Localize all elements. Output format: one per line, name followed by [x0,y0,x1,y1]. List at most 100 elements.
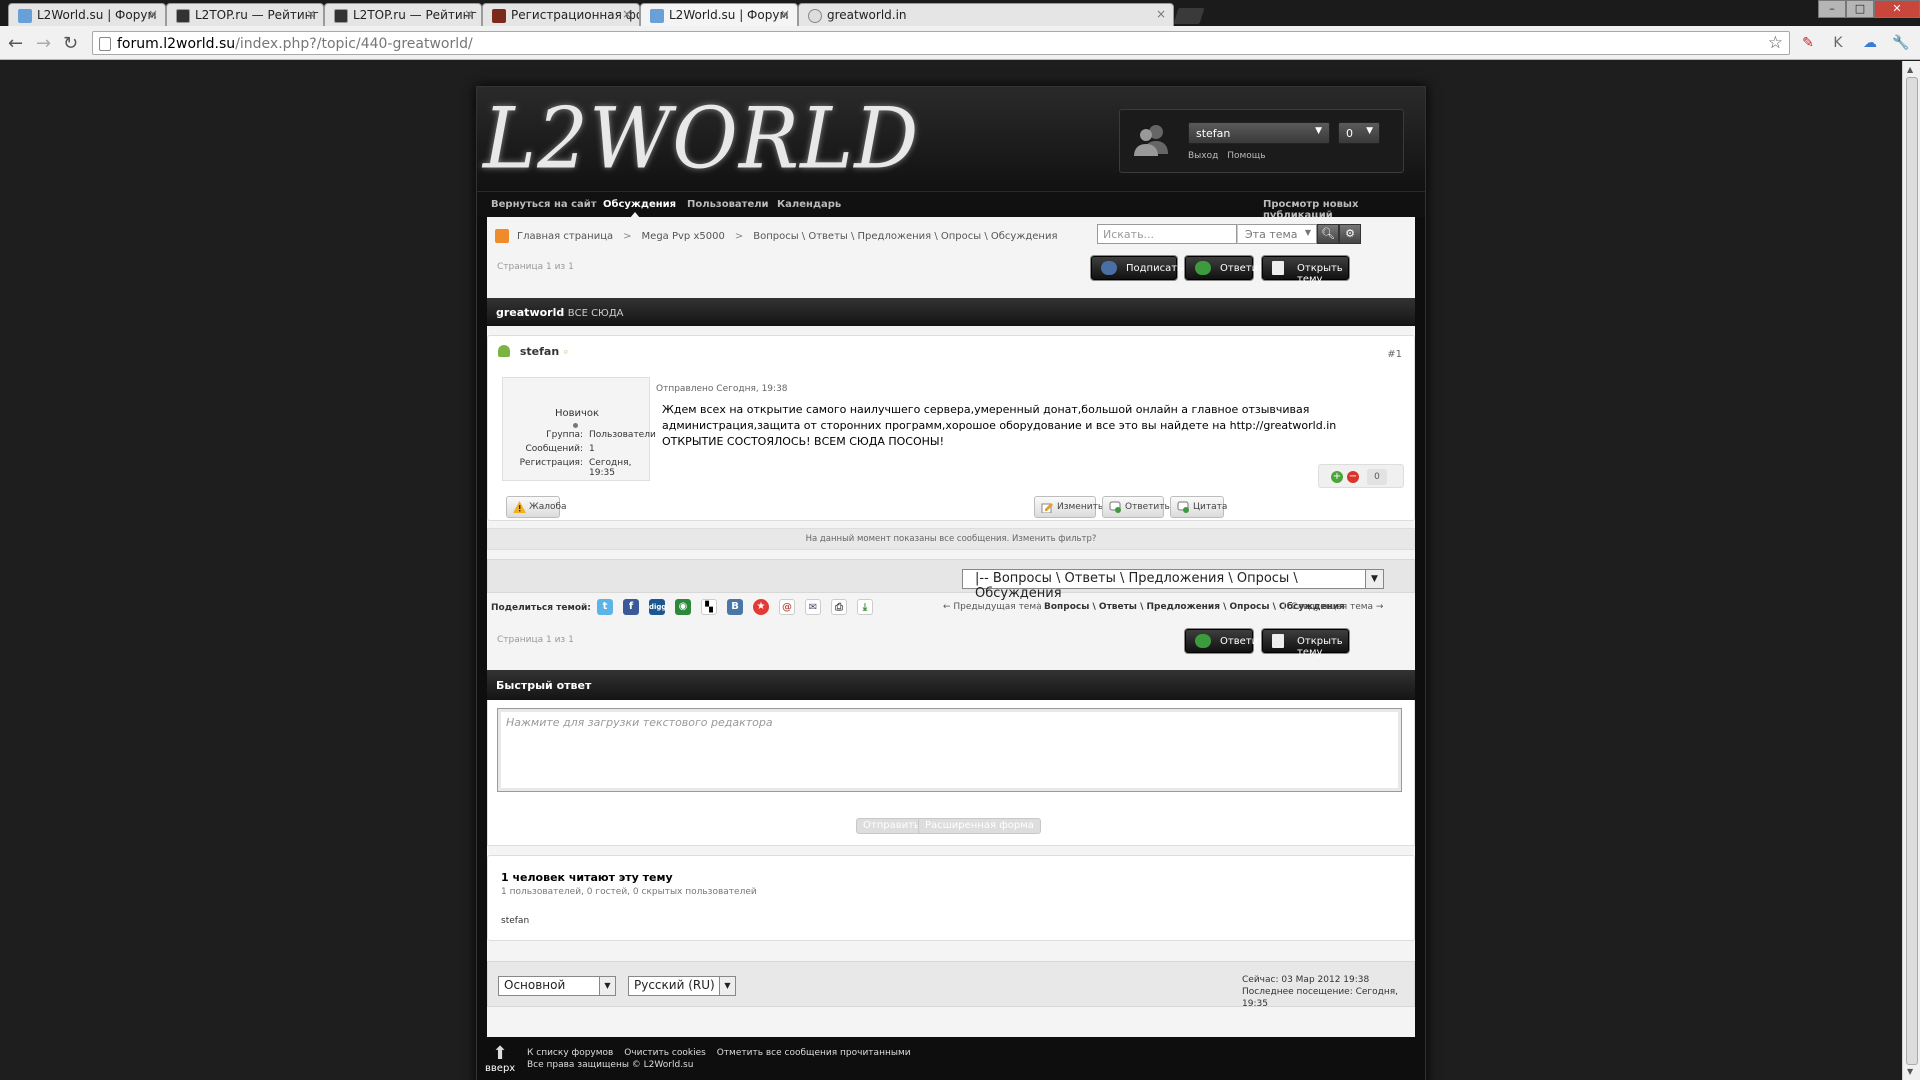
back-button[interactable]: ← [8,33,23,54]
breadcrumb: Главная страница > Mega Pvp x5000 > Вопр… [495,229,1057,243]
browser-tab[interactable]: L2TOP.ru — Рейтинг Серве × [324,3,482,26]
post-author-link[interactable]: stefan [520,345,559,358]
download-icon[interactable]: ⤓ [857,599,873,615]
mark-all-read-link[interactable]: Отметить все сообщения прочитанными [717,1048,911,1058]
quote-post-button[interactable]: Цитата [1170,496,1227,518]
reader-user-link[interactable]: stefan [501,916,529,926]
page-viewport: L2WORLD stefan ▼ 0 ▼ Выход Помощь Вернут… [0,61,1902,1080]
close-icon[interactable]: × [464,7,474,21]
close-icon[interactable]: × [1156,7,1166,21]
facebook-icon[interactable]: f [623,599,639,615]
delicious-icon[interactable]: ▚ [701,599,717,615]
browser-tab[interactable]: L2TOP.ru — Рейтинг Серве × [166,3,324,26]
edit-post-button[interactable]: Изменить [1034,496,1103,518]
breadcrumb-item[interactable]: Mega Pvp x5000 [642,231,725,242]
print-icon[interactable]: ⎙ [831,599,847,615]
logout-link[interactable]: Выход [1188,151,1218,161]
chevron-down-icon: ▼ [1315,126,1322,136]
new-topic-button-bottom[interactable]: Открыть тему [1262,629,1349,658]
notifications-button[interactable]: 0 ▼ [1338,122,1380,144]
scroll-down-arrow-icon[interactable]: ▼ [1907,1067,1913,1076]
prev-topic-link[interactable]: ← Предыдущая тема [943,602,1042,612]
browser-tab-active[interactable]: L2World.su | Форум × [640,3,798,26]
l2top-icon [334,9,348,23]
search-button[interactable]: 🔍︎ [1317,224,1339,244]
scroll-up-arrow-icon[interactable]: ▲ [1907,65,1913,74]
topic-title: greatworld [496,306,565,319]
extension-icon[interactable]: K [1830,35,1846,51]
post-number[interactable]: #1 [1387,349,1402,360]
breadcrumb-item[interactable]: Главная страница [517,231,613,242]
forum-jump-select[interactable]: |-- Вопросы \ Ответы \ Предложения \ Опр… [962,569,1384,601]
close-icon[interactable]: × [780,7,790,21]
readers-summary: 1 пользователей, 0 гостей, 0 скрытых пол… [501,887,757,897]
bobrdobr-icon[interactable]: ★ [753,599,769,615]
copyright: Все права защищены © L2World.su [527,1060,694,1070]
browser-tabbar: L2World.su | Форум × L2TOP.ru — Рейтинг … [0,0,1920,26]
window-close-button[interactable]: ✕ [1874,0,1920,18]
reply-post-button[interactable]: Ответить [1102,496,1170,518]
digg-icon[interactable]: digg [649,599,666,615]
nav-discussions[interactable]: Обсуждения [603,199,676,210]
bookmark-star-icon[interactable]: ☆ [1768,33,1783,53]
browser-tab[interactable]: L2World.su | Форум × [8,3,166,26]
nav-users[interactable]: Пользователи [687,199,769,210]
report-button[interactable]: Жалоба [506,496,567,518]
quick-reply-panel: Нажмите для загрузки текстового редактор… [487,700,1415,846]
minimize-button[interactable]: – [1818,0,1846,18]
address-bar[interactable]: forum.l2world.su/index.php?/topic/440-gr… [92,31,1790,55]
wrench-icon[interactable]: 🔧 [1892,35,1909,51]
post-author-header: stefan ◦ [498,345,569,358]
search-input[interactable]: Искать... [1097,224,1237,244]
rep-minus-icon[interactable]: − [1347,471,1359,483]
skin-select[interactable]: Основной ▼ [498,976,616,996]
new-topic-button[interactable]: Открыть тему [1262,256,1349,285]
advanced-form-button[interactable]: Расширенная форма [918,818,1041,834]
new-tab-button[interactable] [1173,8,1205,24]
extension-icon[interactable]: ☁ [1862,35,1878,51]
site-logo[interactable]: L2WORLD [483,90,919,188]
extension-icon[interactable]: ✎ [1800,35,1816,51]
send-button[interactable]: Отправить [856,818,927,834]
forward-button[interactable]: → [36,33,51,54]
user-rank: Новичок [554,408,600,419]
scrollbar-thumb[interactable] [1906,77,1918,1065]
nav-back-to-site[interactable]: Вернуться на сайт [491,199,597,210]
moi-mir-icon[interactable]: @ [779,599,795,615]
post-filter-notice[interactable]: На данный момент показаны все сообщения.… [487,528,1415,550]
close-icon[interactable]: × [148,7,158,21]
reply-button[interactable]: Ответить [1185,256,1270,280]
user-icon [498,345,510,357]
reload-button[interactable]: ↻ [63,33,78,54]
close-icon[interactable]: × [306,7,316,21]
user-menu-button[interactable]: stefan ▼ [1188,122,1330,144]
buzz-icon[interactable]: ◉ [675,599,691,615]
twitter-icon[interactable]: t [597,599,613,615]
maximize-button[interactable]: □ [1846,0,1874,18]
browser-tab[interactable]: Регистрационная форма × [482,3,640,26]
back-to-top-button[interactable]: ⬆ вверх [485,1045,515,1079]
close-icon[interactable]: × [622,7,632,21]
user-post-count: 1 [589,444,595,454]
search-scope-select[interactable]: Эта тема ▼ [1237,224,1317,244]
site-header: L2WORLD stefan ▼ 0 ▼ Выход Помощь [477,87,1425,191]
vkontakte-icon[interactable]: B [727,599,743,615]
rss-icon[interactable] [495,229,509,243]
language-select[interactable]: Русский (RU) ▼ [628,976,736,996]
active-readers-panel: 1 человек читают эту тему 1 пользователе… [487,855,1415,941]
quick-reply-textarea[interactable]: Нажмите для загрузки текстового редактор… [497,708,1402,792]
forum-list-link[interactable]: К списку форумов [527,1048,613,1058]
main-nav: Вернуться на сайт Обсуждения Пользовател… [477,191,1425,221]
browser-tab[interactable]: greatworld.in × [798,3,1174,26]
reply-button-bottom[interactable]: Ответить [1185,629,1270,653]
rep-plus-icon[interactable]: + [1331,471,1343,483]
clear-cookies-link[interactable]: Очистить cookies [624,1048,706,1058]
breadcrumb-item[interactable]: Вопросы \ Ответы \ Предложения \ Опросы … [753,231,1057,242]
subscribe-button[interactable]: Подписаться [1091,256,1194,280]
help-link[interactable]: Помощь [1227,151,1265,161]
nav-calendar[interactable]: Календарь [777,199,841,210]
search-options-button[interactable]: ⚙ [1339,224,1361,244]
page-scrollbar[interactable]: ▲ ▼ [1902,61,1920,1080]
email-icon[interactable]: ✉ [805,599,821,615]
next-topic-link[interactable]: Следующая тема → [1291,602,1383,612]
